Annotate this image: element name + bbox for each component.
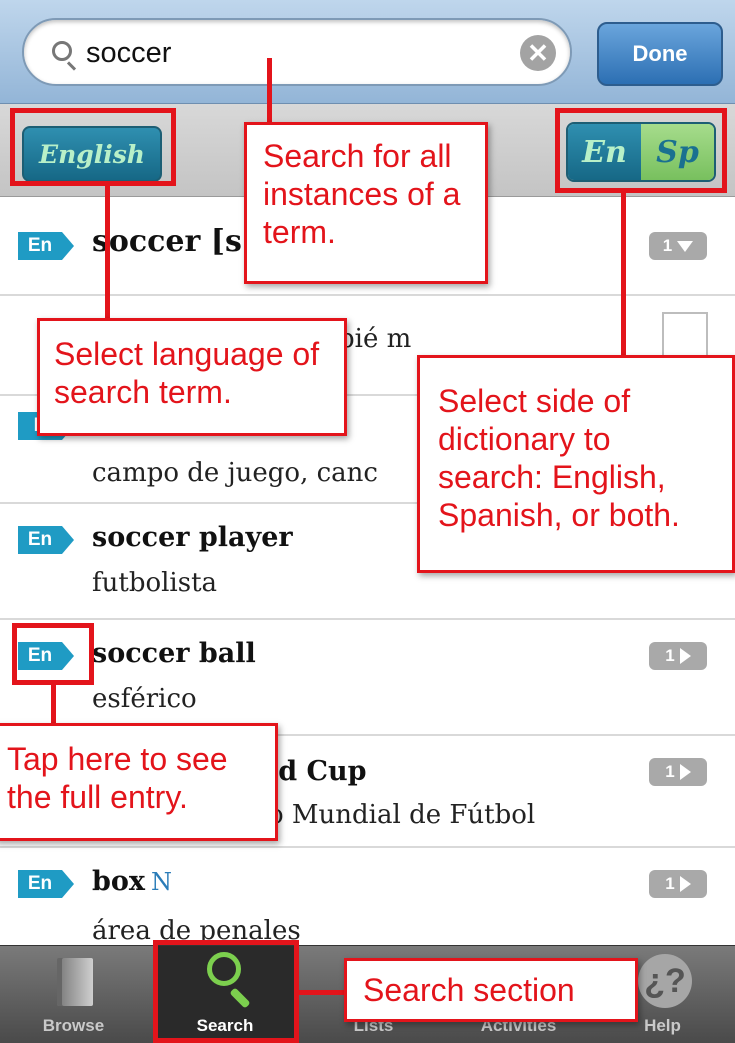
search-field[interactable]: ✕	[22, 18, 572, 86]
list-item[interactable]: En box N 1 área de penales	[0, 848, 735, 945]
search-bar: ✕ Done	[0, 0, 735, 104]
translation: esférico	[92, 684, 197, 714]
list-item[interactable]: En soccer ball 1 esférico	[0, 620, 735, 736]
chevron-right-icon	[679, 648, 691, 664]
highlight-search-tab	[153, 940, 299, 1043]
callout-search-all: Search for all instances of a term.	[244, 122, 488, 284]
clear-icon[interactable]: ✕	[520, 35, 556, 71]
count-badge[interactable]: 1	[649, 870, 707, 898]
count-badge[interactable]: 1	[649, 642, 707, 670]
headword: soccer ball	[92, 638, 256, 669]
headword: ld Cup	[268, 756, 367, 787]
connector-line	[299, 990, 345, 995]
highlight-language-button	[10, 108, 176, 186]
entry-badge[interactable]: En	[18, 232, 74, 260]
connector-line	[267, 58, 272, 124]
callout-search-section: Search section	[344, 958, 638, 1022]
callout-select-language: Select language of search term.	[37, 318, 347, 436]
entry-badge[interactable]: En	[18, 526, 74, 554]
count-badge[interactable]: 1	[649, 758, 707, 786]
highlight-entry-badge	[12, 623, 94, 685]
book-icon	[57, 958, 93, 1006]
connector-line	[621, 193, 626, 355]
entry-badge[interactable]: En	[18, 870, 74, 898]
translation: campo de juego, canc	[92, 458, 378, 488]
highlight-side-toggle	[555, 108, 727, 193]
translation: futbolista	[92, 568, 218, 598]
chevron-right-icon	[679, 876, 691, 892]
chevron-right-icon	[679, 764, 691, 780]
connector-line	[105, 186, 110, 320]
translation: o Mundial de Fútbol	[268, 800, 536, 830]
headword: box N	[92, 866, 172, 897]
search-input[interactable]	[86, 34, 506, 72]
callout-tap-here: Tap here to see the full entry.	[0, 723, 278, 841]
count-badge[interactable]: 1	[649, 232, 707, 260]
tab-browse[interactable]: Browse	[0, 946, 147, 1043]
done-button[interactable]: Done	[597, 22, 723, 86]
help-icon: ¿?	[638, 954, 692, 1008]
callout-select-side: Select side of dictionary to search: Eng…	[417, 355, 735, 573]
headword: soccer player	[92, 522, 293, 553]
search-icon	[52, 41, 72, 61]
chevron-down-icon	[677, 240, 694, 252]
headword: soccer [s	[92, 224, 242, 259]
translation: pié m	[338, 324, 412, 354]
connector-line	[51, 685, 56, 725]
